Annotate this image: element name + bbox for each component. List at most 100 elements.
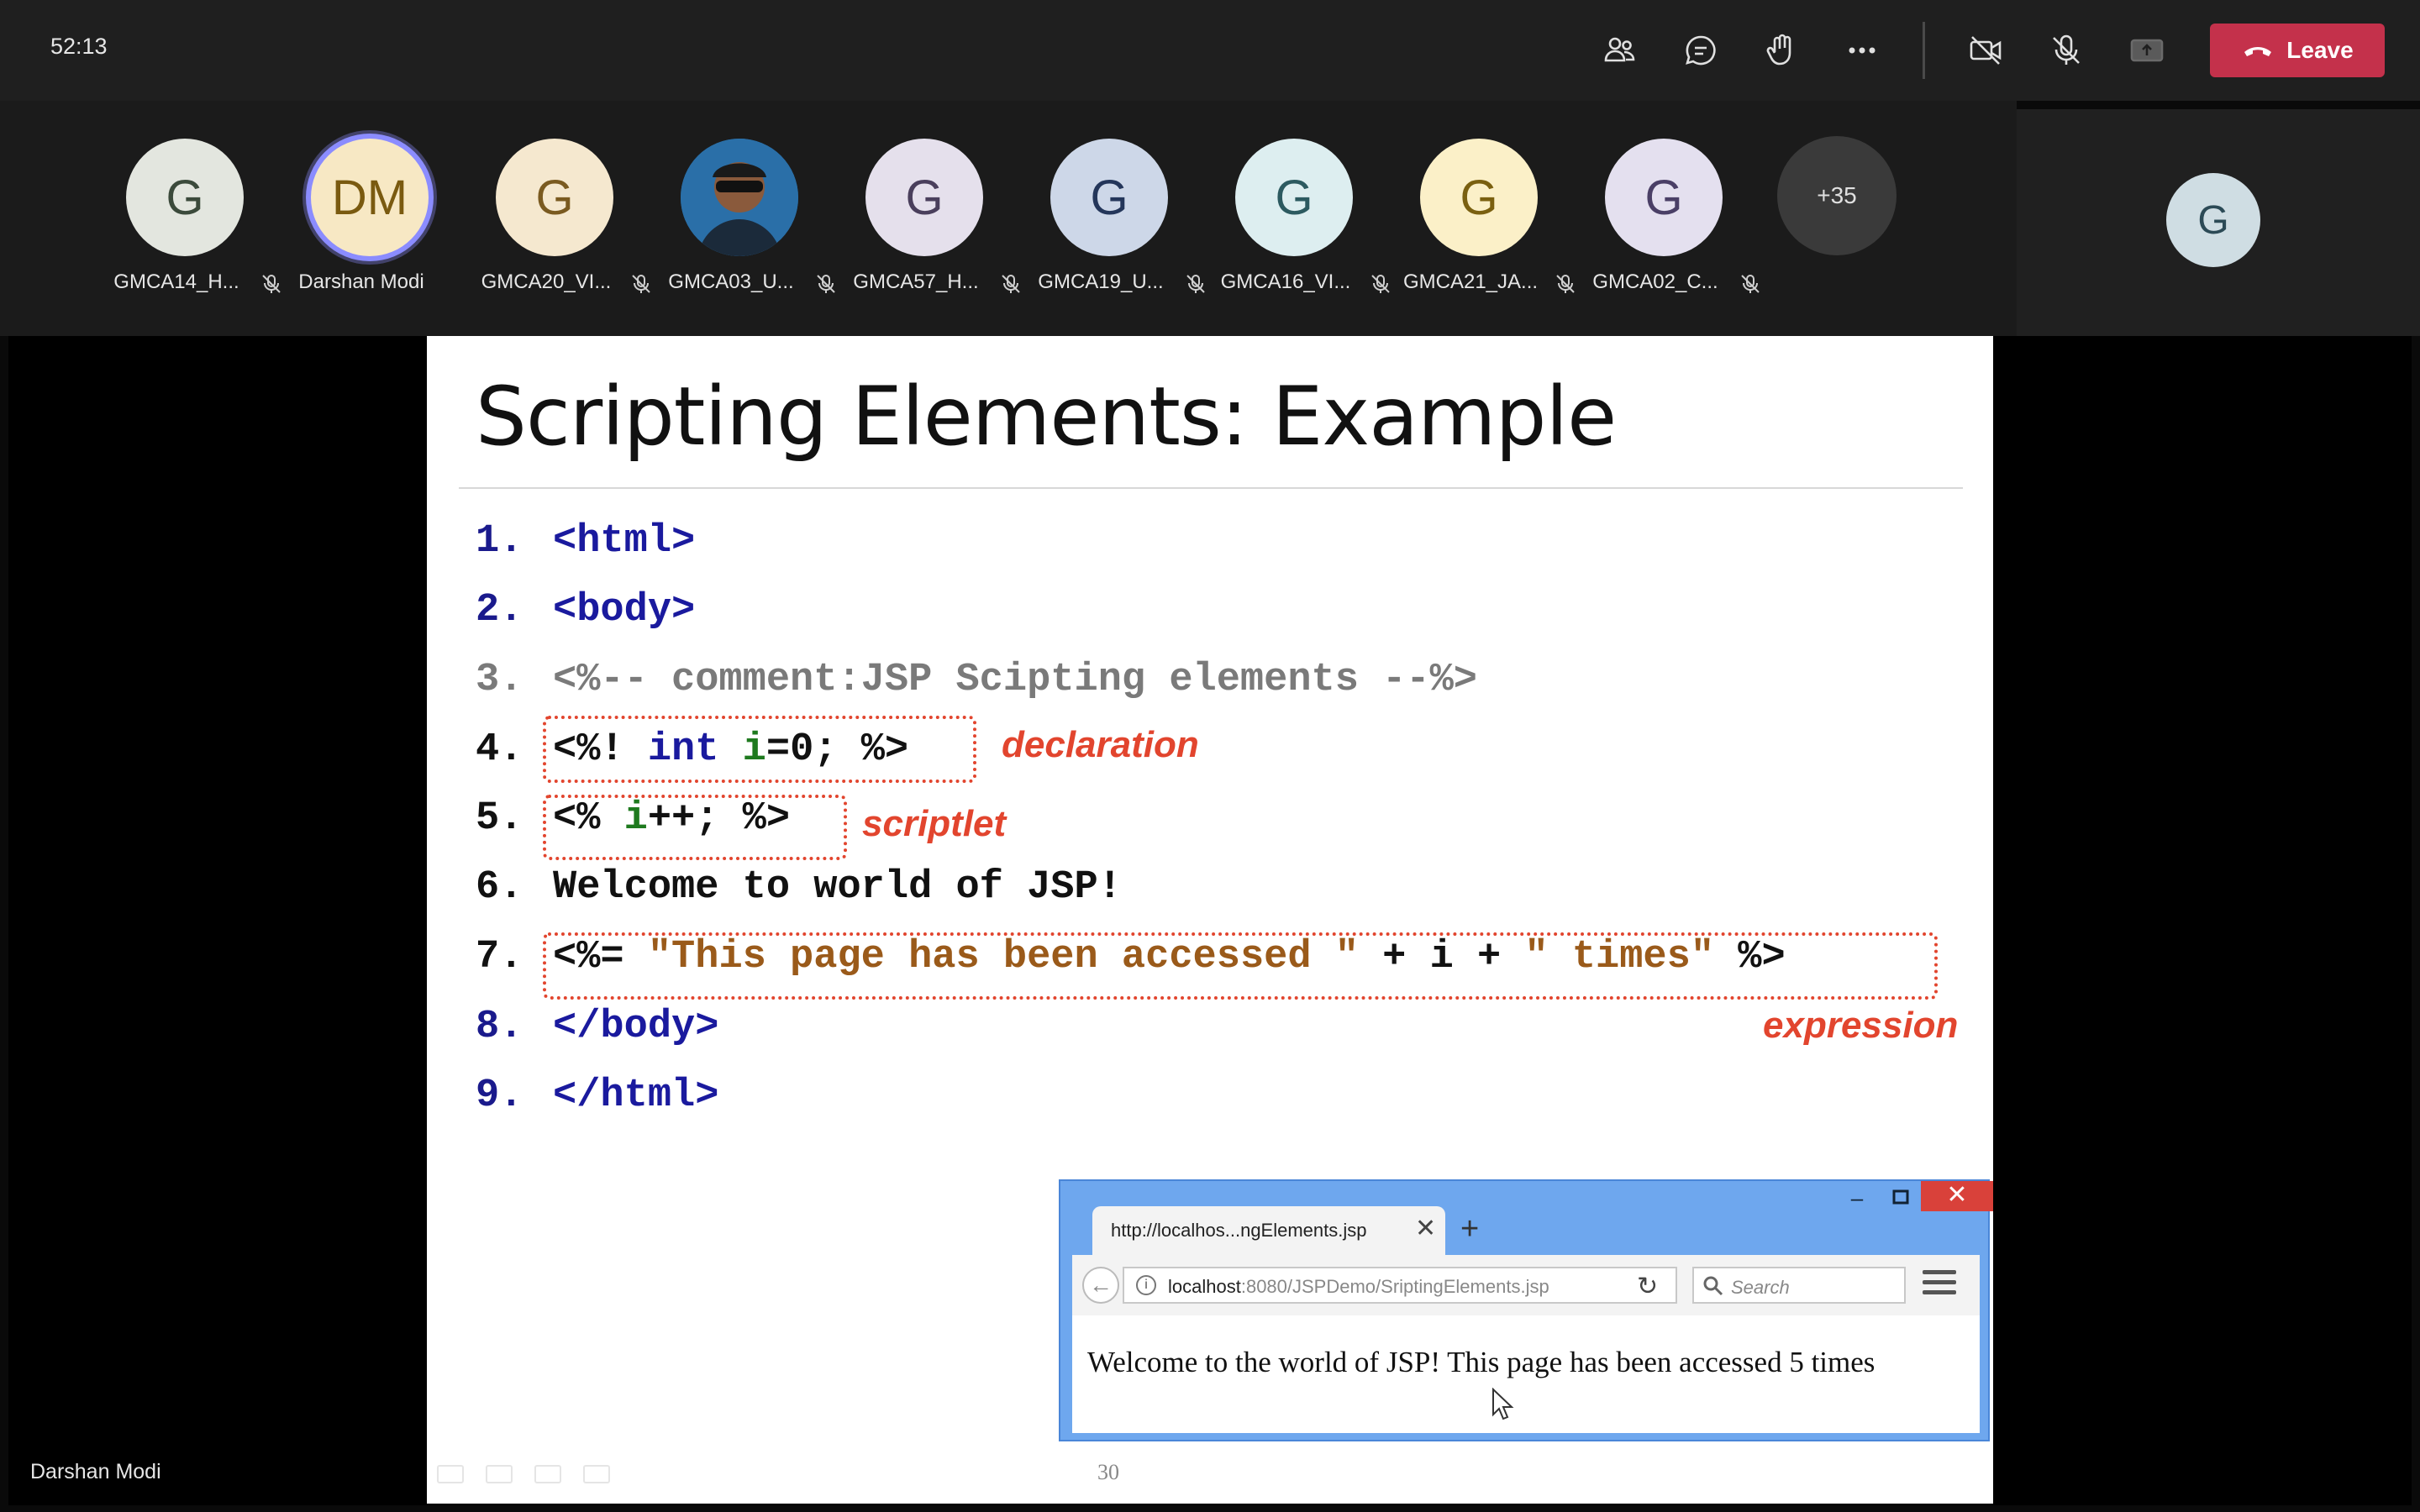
camera-off-icon[interactable] — [1960, 25, 2011, 76]
chat-icon[interactable] — [1676, 25, 1726, 76]
url-path: :8080/JSPDemo/SriptingElements.jsp — [1240, 1276, 1549, 1297]
participant-name: GMCA14_H... — [113, 270, 239, 293]
code-token: i — [742, 727, 766, 772]
more-icon[interactable] — [1837, 25, 1887, 76]
code-text: Welcome to world of JSP! — [553, 865, 1122, 910]
code-line-6: 6. Welcome to world of JSP! — [476, 858, 1122, 917]
code-line-9: 9. </html> — [476, 1067, 718, 1126]
phone-hangup-icon — [2244, 47, 2272, 56]
participant-name: GMCA21_JA... — [1402, 270, 1539, 293]
participant-tile[interactable]: G GMCA21_JA... — [1386, 139, 1575, 307]
tab-close-icon: ✕ — [1415, 1215, 1437, 1242]
raise-hand-icon[interactable] — [1756, 25, 1807, 76]
mic-off-icon[interactable] — [2041, 25, 2091, 76]
search-box: Search — [1692, 1267, 1906, 1304]
presenter-name-label: Darshan Modi — [30, 1460, 161, 1483]
page-output-text: Welcome to the world of JSP! This page h… — [1087, 1346, 1876, 1378]
new-tab-icon: + — [1460, 1211, 1480, 1247]
url-text: localhost:8080/JSPDemo/SriptingElements.… — [1168, 1276, 1549, 1298]
line-number: 1. — [476, 519, 523, 564]
avatar: G — [1420, 139, 1538, 256]
window-close-icon: ✕ — [1921, 1181, 1993, 1211]
back-arrow-icon: ← — [1082, 1267, 1119, 1304]
presentation-slide: Scripting Elements: Example 1. <html> 2. <… — [427, 336, 1993, 1504]
line-number: 7. — [476, 935, 523, 979]
slide-navigation-controls[interactable] — [437, 1465, 630, 1488]
leave-label: Leave — [2286, 37, 2354, 63]
participant-strip: G GMCA14_H... DM Darshan Modi G GMCA20_VI... G… — [0, 101, 2017, 336]
participant-name: Darshan Modi — [298, 270, 424, 293]
participant-tile[interactable]: G GMCA14_H... — [92, 139, 281, 307]
maximize-icon — [1884, 1184, 1918, 1211]
browser-tab: http://localhos...ngElements.jsp ✕ — [1092, 1206, 1445, 1255]
line-number: 4. — [476, 727, 523, 772]
slide-page-number: 30 — [1097, 1460, 1119, 1484]
code-line-5: 5. <% i++; %> — [476, 790, 790, 848]
meeting-timer: 52:13 — [50, 34, 108, 59]
code-token: ++; %> — [647, 796, 791, 841]
avatar: G — [126, 139, 244, 256]
search-icon — [1703, 1276, 1723, 1296]
reload-icon: ↻ — [1637, 1273, 1659, 1300]
participant-name: GMCA57_H... — [853, 270, 979, 293]
code-token: + i + — [1358, 935, 1525, 979]
avatar: G — [1605, 139, 1723, 256]
participant-tile[interactable]: GMCA03_U... — [647, 139, 835, 307]
code-token: <%= — [553, 935, 648, 979]
avatar — [681, 139, 798, 256]
mic-off-icon — [1739, 273, 1761, 295]
participant-name: GMCA02_C... — [1592, 270, 1718, 293]
line-number: 3. — [476, 658, 523, 702]
people-icon[interactable] — [1595, 25, 1645, 76]
minimize-icon: – — [1850, 1185, 1864, 1210]
share-icon[interactable] — [2122, 25, 2172, 76]
code-token: " times" — [1524, 935, 1715, 979]
avatar: G — [865, 139, 983, 256]
participant-tile[interactable]: G GMCA16_VI... — [1202, 139, 1390, 307]
title-divider — [459, 487, 1963, 489]
participant-tile[interactable]: G GMCA57_H... — [832, 139, 1020, 307]
meeting-toolbar: 52:13 Leave — [0, 0, 2420, 101]
scriptlet-label: scriptlet — [862, 803, 1007, 844]
expression-label: expression — [1763, 1005, 1959, 1046]
participant-tile[interactable]: DM Darshan Modi — [277, 139, 462, 307]
line-number: 6. — [476, 865, 523, 910]
line-number: 5. — [476, 796, 523, 841]
code-text: </body> — [553, 1005, 719, 1049]
more-participants-button[interactable]: +35 — [1777, 136, 1897, 255]
code-line-2: 2. <body> — [476, 581, 695, 640]
code-text: <html> — [553, 519, 696, 564]
leave-button[interactable]: Leave — [2210, 24, 2385, 77]
participant-name: GMCA20_VI... — [481, 270, 612, 293]
avatar: G — [1050, 139, 1168, 256]
address-bar: i localhost:8080/JSPDemo/SriptingElement… — [1123, 1267, 1677, 1304]
self-avatar[interactable]: G — [2166, 173, 2260, 267]
avatar: DM — [311, 139, 429, 256]
declaration-label: declaration — [1002, 724, 1199, 765]
code-text: </html> — [553, 1074, 719, 1118]
avatar: G — [1235, 139, 1353, 256]
participant-tile[interactable]: G GMCA20_VI... — [462, 139, 650, 307]
slide-title: Scripting Elements: Example — [476, 370, 1617, 464]
url-host: localhost — [1168, 1276, 1241, 1297]
tab-title: http://localhos...ngElements.jsp — [1111, 1220, 1367, 1241]
code-token: %> — [1714, 935, 1786, 979]
code-token: "This page has been accessed " — [647, 935, 1359, 979]
participant-tile[interactable]: G GMCA02_C... — [1571, 139, 1760, 307]
toolbar-divider — [1923, 22, 1925, 79]
participant-tile[interactable]: G GMCA19_U... — [1017, 139, 1205, 307]
code-line-3: 3. <%-- comment:JSP Scipting elements --%… — [476, 651, 1477, 710]
browser-toolbar: ← i localhost:8080/JSPDemo/SriptingEleme… — [1072, 1255, 1980, 1315]
avatar: G — [496, 139, 613, 256]
code-line-7: 7. <%= "This page has been accessed " + i… — [476, 928, 1786, 987]
code-text: <body> — [553, 588, 696, 633]
code-text: <%-- comment:JSP Scipting elements --%> — [553, 658, 1477, 702]
code-token: <%! — [553, 727, 648, 772]
line-number: 8. — [476, 1005, 523, 1049]
code-line-4: 4. <%! int i=0; %> — [476, 721, 908, 780]
line-number: 2. — [476, 588, 523, 633]
participant-name: GMCA16_VI... — [1220, 270, 1351, 293]
info-icon: i — [1136, 1275, 1156, 1295]
mouse-cursor-icon — [1492, 1388, 1514, 1420]
code-token: int — [647, 727, 743, 772]
